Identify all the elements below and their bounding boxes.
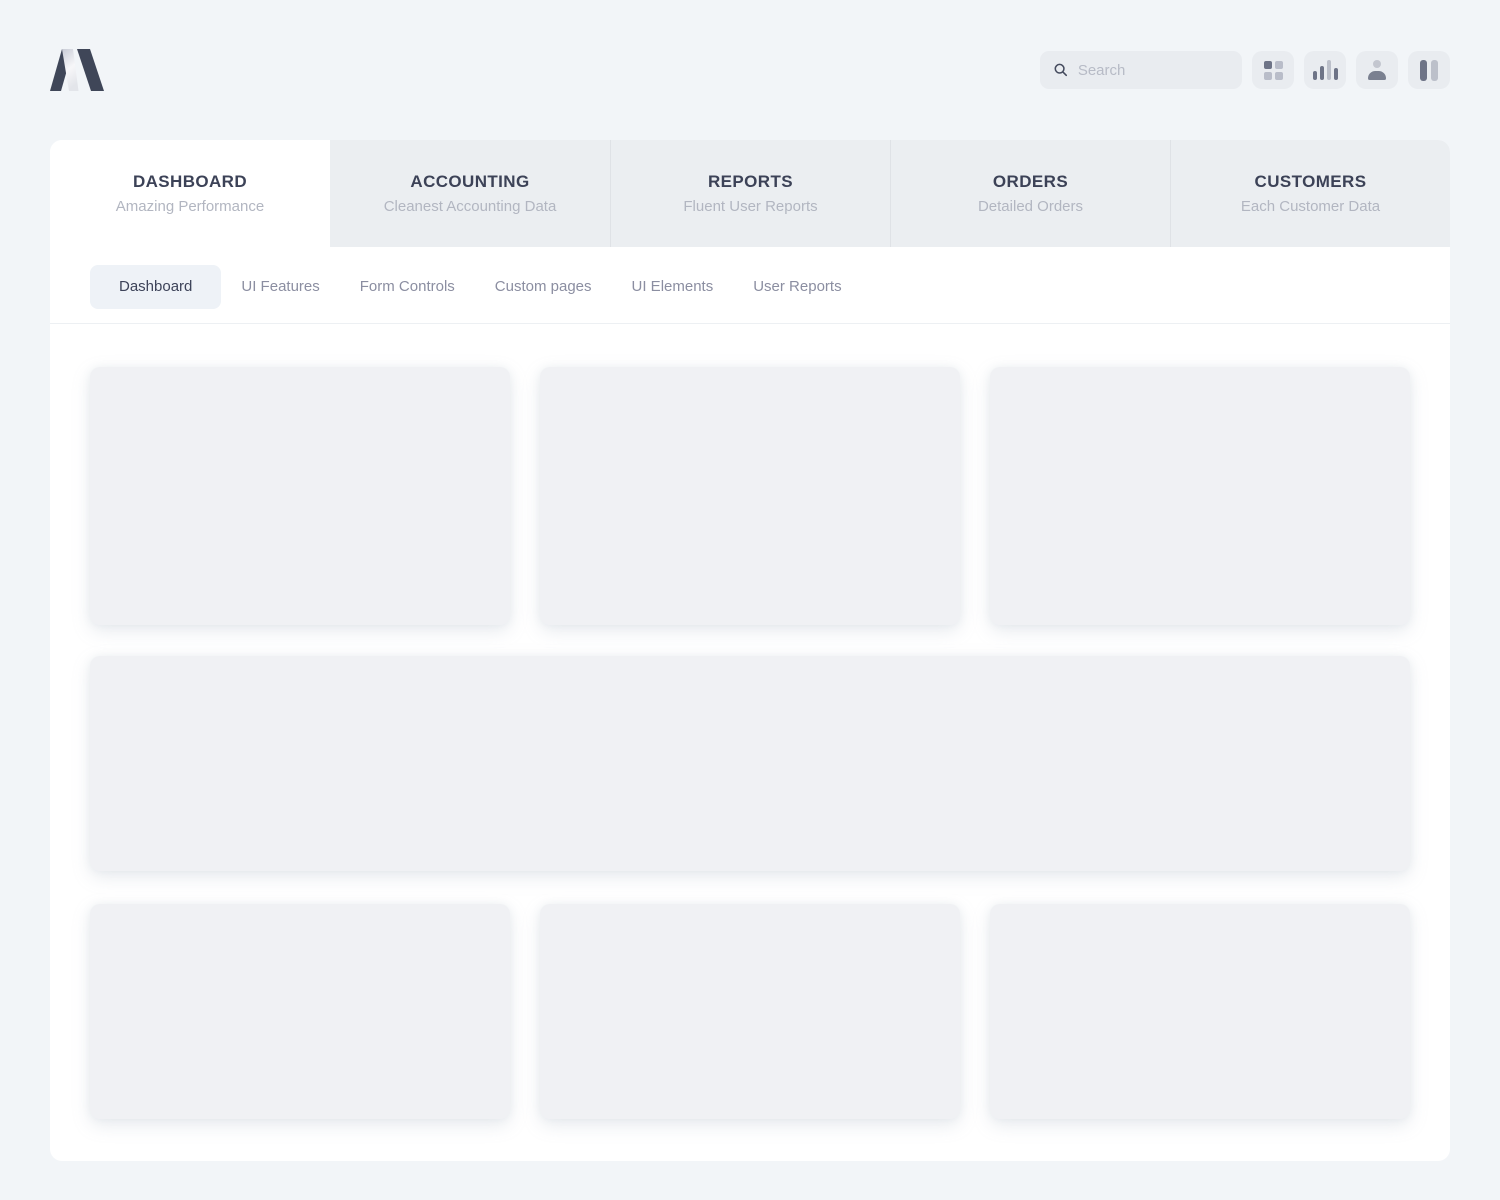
sub-navigation: Dashboard UI Features Form Controls Cust… [50,247,1450,324]
tab-subtitle: Fluent User Reports [683,198,817,215]
search-box[interactable] [1040,51,1242,89]
placeholder-row-top [90,367,1410,625]
mega-tabstrip: DASHBOARD Amazing Performance ACCOUNTING… [50,140,1450,247]
placeholder-card [90,904,510,1119]
tab-subtitle: Cleanest Accounting Data [384,198,557,215]
tab-title: ORDERS [993,172,1068,192]
tab-dashboard[interactable]: DASHBOARD Amazing Performance [50,140,330,247]
subnav-item-ui-features[interactable]: UI Features [221,265,339,309]
layout-toggle-button[interactable] [1408,51,1450,89]
logo-right-stroke [77,49,104,91]
tab-reports[interactable]: REPORTS Fluent User Reports [610,140,890,247]
tab-orders[interactable]: ORDERS Detailed Orders [890,140,1170,247]
profile-button[interactable] [1356,51,1398,89]
tab-title: CUSTOMERS [1255,172,1367,192]
user-icon [1367,60,1387,80]
app-header [0,0,1500,140]
subnav-item-dashboard[interactable]: Dashboard [90,265,221,309]
placeholder-card [90,367,510,625]
search-input[interactable] [1078,62,1228,79]
placeholder-card-wide [90,656,1410,871]
tab-title: ACCOUNTING [410,172,529,192]
tab-subtitle: Each Customer Data [1241,198,1380,215]
tab-title: REPORTS [708,172,793,192]
tab-customers[interactable]: CUSTOMERS Each Customer Data [1170,140,1450,247]
placeholder-card [990,904,1410,1119]
subnav-item-user-reports[interactable]: User Reports [733,265,861,309]
brand-logo[interactable] [50,49,106,91]
bar-chart-icon [1313,60,1338,80]
subnav-item-custom-pages[interactable]: Custom pages [475,265,612,309]
tab-subtitle: Amazing Performance [116,198,264,215]
subnav-item-ui-elements[interactable]: UI Elements [612,265,734,309]
analytics-button[interactable] [1304,51,1346,89]
content-area [50,324,1450,1161]
header-actions [1040,51,1450,89]
tab-accounting[interactable]: ACCOUNTING Cleanest Accounting Data [330,140,610,247]
placeholder-row-wide [90,656,1410,871]
subnav-item-form-controls[interactable]: Form Controls [340,265,475,309]
placeholder-row-bottom [90,904,1410,1119]
placeholder-card [990,367,1410,625]
tab-subtitle: Detailed Orders [978,198,1083,215]
search-icon [1054,62,1068,78]
placeholder-card [540,904,960,1119]
grid-icon [1264,61,1283,80]
placeholder-card [540,367,960,625]
columns-icon [1420,60,1438,81]
apps-grid-button[interactable] [1252,51,1294,89]
main-panel: DASHBOARD Amazing Performance ACCOUNTING… [50,140,1450,1161]
tab-title: DASHBOARD [133,172,247,192]
